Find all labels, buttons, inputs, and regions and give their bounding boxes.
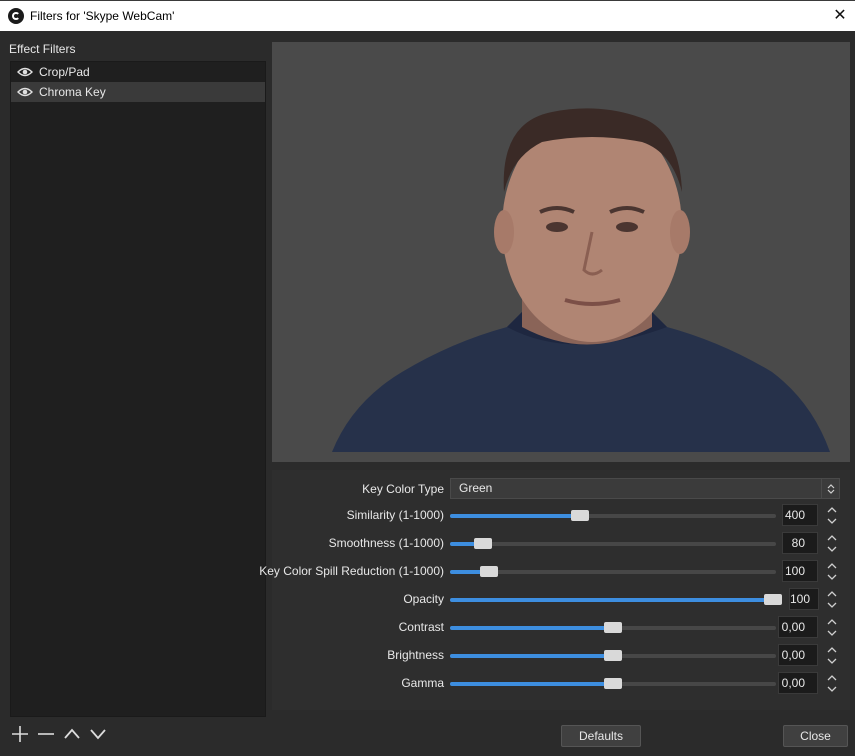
chevron-up-icon [64, 728, 80, 739]
slider-handle[interactable] [604, 622, 622, 633]
window-close-button[interactable]: ✕ [831, 7, 849, 25]
value-spinbox[interactable]: 100 [789, 588, 819, 610]
slider-row: Smoothness (1-1000) 80 [272, 532, 850, 554]
filter-item-label: Chroma Key [39, 85, 106, 99]
minus-icon [38, 733, 54, 735]
defaults-button[interactable]: Defaults [561, 725, 641, 747]
key-color-type-select[interactable]: Green [450, 478, 840, 499]
slider-label: Smoothness (1-1000) [328, 536, 444, 550]
spin-down-icon[interactable] [824, 627, 840, 638]
value-spinbox[interactable]: 0,00 [778, 616, 818, 638]
remove-filter-button[interactable] [36, 724, 56, 744]
spin-buttons [824, 616, 840, 638]
slider-fill [450, 626, 613, 630]
spin-up-icon[interactable] [824, 644, 840, 655]
slider-label: Gamma [401, 676, 444, 690]
slider-track[interactable] [450, 594, 782, 605]
spin-up-icon[interactable] [824, 616, 840, 627]
filter-item-crop-pad[interactable]: Crop/Pad [11, 62, 265, 82]
value-spinbox[interactable]: 0,00 [778, 672, 818, 694]
slider-label: Contrast [398, 620, 444, 634]
eye-icon[interactable] [17, 67, 33, 77]
spin-up-icon[interactable] [824, 672, 840, 683]
value-spinbox[interactable]: 400 [782, 504, 818, 526]
close-button[interactable]: Close [783, 725, 848, 747]
chevron-down-icon [90, 729, 106, 740]
slider-track[interactable] [450, 678, 776, 689]
move-filter-up-button[interactable] [62, 724, 82, 744]
slider-handle[interactable] [764, 594, 782, 605]
slider-fill [450, 654, 613, 658]
add-filter-button[interactable] [10, 724, 30, 744]
spin-buttons [824, 672, 840, 694]
slider-track[interactable] [450, 538, 776, 549]
spin-down-icon[interactable] [824, 571, 840, 582]
slider-row: Brightness 0,00 [272, 644, 850, 666]
slider-handle[interactable] [571, 510, 590, 521]
eye-icon[interactable] [17, 87, 33, 97]
spin-down-icon[interactable] [824, 683, 840, 694]
spin-buttons [824, 588, 840, 610]
spin-buttons [824, 504, 840, 526]
obs-logo-icon [8, 8, 24, 24]
filter-properties-panel: Key Color Type Green Similarity (1-1000)… [259, 470, 850, 710]
spin-down-icon[interactable] [824, 515, 840, 526]
slider-track[interactable] [450, 622, 776, 633]
slider-track[interactable] [450, 510, 776, 521]
slider-row: Similarity (1-1000) 400 [272, 504, 850, 526]
spin-up-icon[interactable] [824, 560, 840, 571]
slider-handle[interactable] [480, 566, 499, 577]
slider-fill [450, 682, 613, 686]
value-spinbox[interactable]: 100 [782, 560, 818, 582]
spin-buttons [824, 644, 840, 666]
spin-up-icon[interactable] [824, 504, 840, 515]
filter-item-chroma-key[interactable]: Chroma Key [11, 82, 265, 102]
value-spinbox[interactable]: 80 [782, 532, 818, 554]
filter-preview [272, 42, 850, 462]
slider-handle[interactable] [604, 678, 622, 689]
select-arrows-icon [821, 479, 839, 498]
webcam-person-image [332, 108, 830, 452]
key-color-type-row: Key Color Type Green [272, 478, 850, 500]
effect-filters-heading: Effect Filters [9, 42, 76, 56]
slider-handle[interactable] [604, 650, 622, 661]
spin-down-icon[interactable] [824, 599, 840, 610]
slider-fill [450, 598, 782, 602]
key-color-type-label: Key Color Type [362, 482, 444, 496]
slider-row: Opacity 100 [272, 588, 850, 610]
slider-label: Key Color Spill Reduction (1-1000) [259, 564, 444, 578]
slider-label: Opacity [403, 592, 444, 606]
spin-up-icon[interactable] [824, 588, 840, 599]
value-spinbox[interactable]: 0,00 [778, 644, 818, 666]
window-title: Filters for 'Skype WebCam' [30, 9, 175, 23]
spin-buttons [824, 532, 840, 554]
slider-handle[interactable] [473, 538, 492, 549]
slider-label: Similarity (1-1000) [346, 508, 444, 522]
slider-fill [450, 514, 581, 518]
spin-up-icon[interactable] [824, 532, 840, 543]
title-bar: Filters for 'Skype WebCam' ✕ [0, 0, 855, 31]
spin-buttons [824, 560, 840, 582]
spin-down-icon[interactable] [824, 543, 840, 554]
filter-list: Crop/Pad Chroma Key [10, 61, 266, 717]
move-filter-down-button[interactable] [88, 724, 108, 744]
spin-down-icon[interactable] [824, 655, 840, 666]
slider-row: Key Color Spill Reduction (1-1000) 100 [259, 560, 850, 582]
slider-label: Brightness [387, 648, 444, 662]
filter-item-label: Crop/Pad [39, 65, 90, 79]
plus-icon [12, 726, 28, 742]
key-color-type-value: Green [459, 481, 493, 495]
slider-row: Contrast 0,00 [272, 616, 850, 638]
filter-toolbar [10, 724, 108, 744]
slider-track[interactable] [450, 650, 776, 661]
slider-row: Gamma 0,00 [272, 672, 850, 694]
slider-track[interactable] [450, 566, 776, 577]
